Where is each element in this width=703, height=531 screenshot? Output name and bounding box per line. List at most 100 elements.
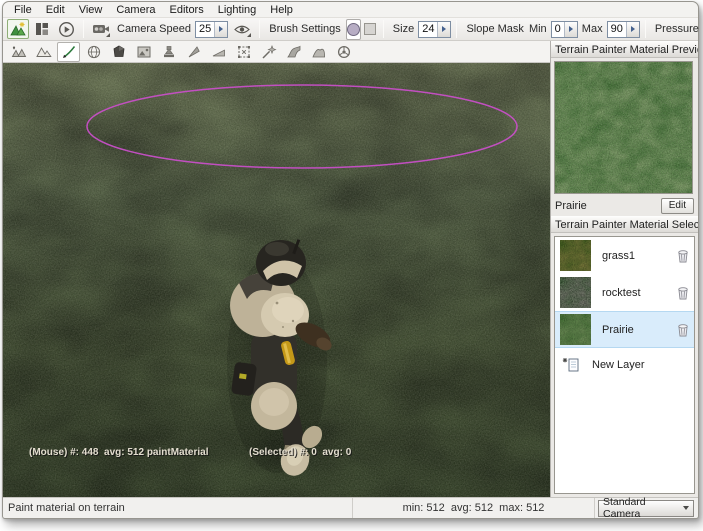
square-brush-icon	[364, 23, 376, 35]
solid-shield-icon	[111, 44, 127, 60]
dune-smooth-tool-button[interactable]	[307, 42, 330, 62]
slope-max-spin-button[interactable]	[626, 22, 639, 37]
trash-icon	[677, 323, 689, 337]
stamp-icon	[161, 44, 177, 60]
circle-brush-icon	[347, 23, 360, 36]
material-preview-wrap	[551, 58, 698, 195]
toolbar-separator	[83, 20, 84, 38]
menu-lighting[interactable]: Lighting	[211, 4, 264, 16]
terrain-select-tool-button[interactable]	[7, 42, 30, 62]
visibility-button[interactable]	[231, 19, 253, 39]
edit-material-button[interactable]: Edit	[661, 198, 694, 214]
erosion-tool-button[interactable]	[282, 42, 305, 62]
globe-icon	[86, 44, 102, 60]
camera-mode-select[interactable]: Standard Camera	[598, 500, 694, 517]
trash-icon	[677, 249, 689, 263]
layout-tiles-button[interactable]	[31, 19, 53, 39]
material-name-row: Prairie Edit	[551, 195, 698, 216]
menu-editors[interactable]: Editors	[162, 4, 210, 16]
slope-min-stepper[interactable]: 0	[551, 21, 578, 38]
size-stepper[interactable]: 24	[418, 21, 451, 38]
camera-speed-label: Camera Speed	[117, 23, 191, 35]
chevron-down-icon	[683, 506, 689, 510]
main-toolbar: Camera Speed 25 Brush Settings Size 24 S…	[3, 17, 698, 41]
camera-speed-spin-button[interactable]	[214, 22, 227, 37]
terrain-raise-tool-button[interactable]	[32, 42, 55, 62]
new-layer-label: New Layer	[592, 359, 645, 371]
material-list: grass1	[554, 236, 695, 494]
layout-tiles-icon	[35, 22, 49, 36]
clear-area-tool-button[interactable]	[232, 42, 255, 62]
terrain-set-height-tool-button[interactable]	[107, 42, 130, 62]
toolbar-separator	[456, 20, 457, 38]
terrain-painter-panel: Terrain Painter Material Preview Prairie…	[550, 41, 698, 497]
terrain-smooth-tool-button[interactable]	[82, 42, 105, 62]
scene-viewport[interactable]: (Mouse) #: 448 avg: 512 paintMaterial (S…	[3, 63, 550, 497]
size-label: Size	[393, 23, 414, 35]
flatten-tool-button[interactable]	[207, 42, 230, 62]
status-bar: Paint material on terrain min: 512 avg: …	[3, 497, 698, 518]
delete-material-button[interactable]	[677, 286, 689, 300]
river-icon	[286, 44, 302, 60]
brush-shape-circle-button[interactable]	[346, 19, 361, 40]
slope-max-label: Max	[582, 23, 603, 35]
delete-material-button[interactable]	[677, 249, 689, 263]
pressure-label: Pressure	[655, 23, 699, 35]
camera-speed-stepper[interactable]: 25	[195, 21, 228, 38]
play-button[interactable]	[55, 19, 77, 39]
new-layer-button[interactable]: New Layer	[555, 348, 694, 382]
menu-camera[interactable]: Camera	[109, 4, 162, 16]
material-row-grass1[interactable]: grass1	[555, 237, 694, 274]
menu-file[interactable]: File	[7, 4, 39, 16]
paint-material-tool-button[interactable]	[57, 42, 80, 62]
terrain-wheel-tool-button[interactable]	[332, 42, 355, 62]
world-editor-icon	[9, 21, 27, 37]
status-message: Paint material on terrain	[3, 502, 352, 514]
terrain-tools-toolbar	[3, 41, 550, 63]
slope-max-value[interactable]: 90	[608, 22, 626, 37]
dropdown-corner-icon	[106, 33, 110, 37]
stamp-tool-button[interactable]	[157, 42, 180, 62]
menu-edit[interactable]: Edit	[39, 4, 72, 16]
mouse-terrain-stats: (Mouse) #: 448 avg: 512 paintMaterial	[29, 447, 209, 458]
toolbar-separator	[259, 20, 260, 38]
dropdown-corner-icon	[247, 33, 251, 37]
world-editor-button[interactable]	[7, 19, 29, 39]
magic-brush-tool-button[interactable]	[257, 42, 280, 62]
camera-speed-value[interactable]: 25	[196, 22, 214, 37]
terrain-scene	[3, 63, 550, 497]
slope-min-value[interactable]: 0	[552, 22, 564, 37]
size-spin-button[interactable]	[437, 22, 450, 37]
magic-wand-icon	[261, 44, 277, 60]
selected-terrain-stats: (Selected) #: 0 avg: 0	[249, 447, 351, 458]
camera-menu-button[interactable]	[90, 19, 112, 39]
material-label: grass1	[602, 250, 677, 262]
material-selector-header: Terrain Painter Material Selector	[551, 216, 698, 233]
slope-max-stepper[interactable]: 90	[607, 21, 640, 38]
slope-min-spin-button[interactable]	[564, 22, 577, 37]
terrain-select-icon	[11, 44, 27, 60]
marquee-x-icon	[236, 44, 252, 60]
camera-mode-value: Standard Camera	[603, 496, 683, 520]
delete-material-button[interactable]	[677, 323, 689, 337]
material-preview-image	[554, 61, 693, 194]
menu-view[interactable]: View	[72, 4, 110, 16]
slope-min-label: Min	[529, 23, 547, 35]
camera-mode-cell: Standard Camera	[594, 498, 698, 518]
size-value[interactable]: 24	[419, 22, 437, 37]
viewport-column: (Mouse) #: 448 avg: 512 paintMaterial (S…	[3, 41, 550, 497]
airbrush-tool-button[interactable]	[182, 42, 205, 62]
grass1-thumbnail	[560, 240, 591, 271]
menu-help[interactable]: Help	[263, 4, 300, 16]
material-row-rocktest[interactable]: rocktest	[555, 274, 694, 311]
material-label: Prairie	[602, 324, 677, 336]
material-label: rocktest	[602, 287, 677, 299]
play-icon	[58, 21, 75, 38]
material-row-prairie[interactable]: Prairie	[555, 311, 694, 348]
terrain-raise-icon	[36, 44, 52, 60]
paint-noise-tool-button[interactable]	[132, 42, 155, 62]
terrain-height-stats: min: 512 avg: 512 max: 512	[352, 498, 594, 518]
new-layer-icon	[562, 357, 580, 373]
brush-shape-square-button[interactable]	[363, 19, 377, 40]
brush-settings-label: Brush Settings	[269, 23, 341, 35]
